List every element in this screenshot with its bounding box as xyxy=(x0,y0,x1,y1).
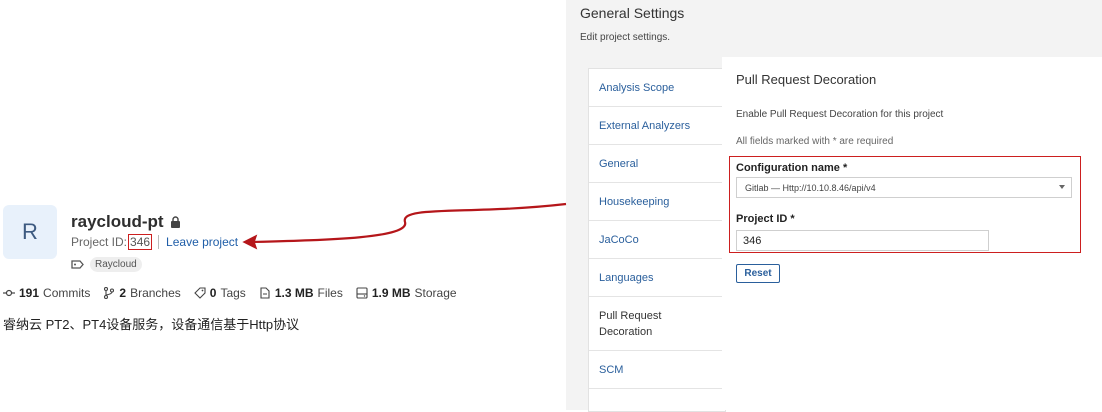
settings-subtitle: Edit project settings. xyxy=(580,32,671,43)
config-name-value: Gitlab — Http://10.10.8.46/api/v4 xyxy=(745,182,876,193)
project-description: 睿纳云 PT2、PT4设备服务，设备通信基于Http协议 xyxy=(3,317,300,332)
branches-label: Branches xyxy=(130,286,181,300)
branches-stat[interactable]: 2 Branches xyxy=(103,286,181,300)
files-size: 1.3 MB xyxy=(274,286,314,300)
project-id-input-value: 346 xyxy=(743,234,762,247)
commits-count: 191 xyxy=(19,286,40,300)
category-languages[interactable]: Languages xyxy=(589,259,725,297)
project-id-value: 346 xyxy=(128,234,153,250)
detail-title: Pull Request Decoration xyxy=(736,72,877,87)
commits-stat[interactable]: 191 Commits xyxy=(3,286,90,300)
project-name[interactable]: raycloud-pt xyxy=(71,212,164,232)
divider xyxy=(158,235,160,249)
reset-button[interactable]: Reset xyxy=(736,264,780,283)
storage-label: Storage xyxy=(414,286,457,300)
tags-stat[interactable]: 0 Tags xyxy=(193,286,246,300)
branches-count: 2 xyxy=(119,286,127,300)
project-avatar[interactable]: R xyxy=(3,205,57,259)
files-label: Files xyxy=(317,286,343,300)
topic-badge[interactable]: Raycloud xyxy=(90,257,142,272)
settings-title: General Settings xyxy=(580,5,685,21)
files-stat[interactable]: 1.3 MB Files xyxy=(259,286,343,300)
category-housekeeping[interactable]: Housekeeping xyxy=(589,183,725,221)
project-id-field-label: Project ID * xyxy=(736,213,795,225)
config-name-select[interactable]: Gitlab — Http://10.10.8.46/api/v4 xyxy=(736,177,1072,198)
storage-stat[interactable]: 1.9 MB Storage xyxy=(356,286,457,300)
category-jacoco[interactable]: JaCoCo xyxy=(589,221,725,259)
category-analysis-scope[interactable]: Analysis Scope xyxy=(589,69,725,107)
config-name-label: Configuration name * xyxy=(736,162,848,174)
label-icon xyxy=(71,260,84,269)
storage-size: 1.9 MB xyxy=(371,286,411,300)
category-external-analyzers[interactable]: External Analyzers xyxy=(589,107,725,145)
tags-label: Tags xyxy=(220,286,246,300)
detail-description: Enable Pull Request Decoration for this … xyxy=(736,109,944,120)
lock-icon xyxy=(170,216,180,228)
avatar-letter: R xyxy=(22,219,38,244)
required-note: All fields marked with * are required xyxy=(736,136,894,147)
branch-icon xyxy=(104,287,115,299)
project-id-label: Project ID: xyxy=(71,235,128,249)
category-pull-request-decoration[interactable]: Pull Request Decoration xyxy=(589,297,725,351)
commit-icon xyxy=(3,289,15,297)
settings-category-list: Analysis Scope External Analyzers Genera… xyxy=(588,68,726,412)
chevron-down-icon xyxy=(1059,185,1065,189)
project-id-input[interactable]: 346 xyxy=(736,230,989,251)
gitlab-project-header: R raycloud-pt Project ID: 346 Leave proj… xyxy=(0,0,565,410)
topic-line: Raycloud xyxy=(71,257,142,272)
storage-icon xyxy=(356,287,368,299)
project-title: raycloud-pt xyxy=(71,212,181,232)
pull-request-decoration-panel: Pull Request Decoration Enable Pull Requ… xyxy=(722,57,1102,410)
category-general[interactable]: General xyxy=(589,145,725,183)
project-id-line: Project ID: 346 Leave project xyxy=(71,234,238,250)
file-icon xyxy=(260,287,270,299)
commits-label: Commits xyxy=(43,286,91,300)
leave-project-link[interactable]: Leave project xyxy=(166,235,238,249)
category-scm[interactable]: SCM xyxy=(589,351,725,389)
tag-icon xyxy=(193,287,206,299)
tags-count: 0 xyxy=(209,286,217,300)
general-settings-panel: General Settings Edit project settings. … xyxy=(566,0,1102,412)
project-stats: 191 Commits 2 Branches 0 Tags 1.3 MB Fil… xyxy=(3,286,457,300)
